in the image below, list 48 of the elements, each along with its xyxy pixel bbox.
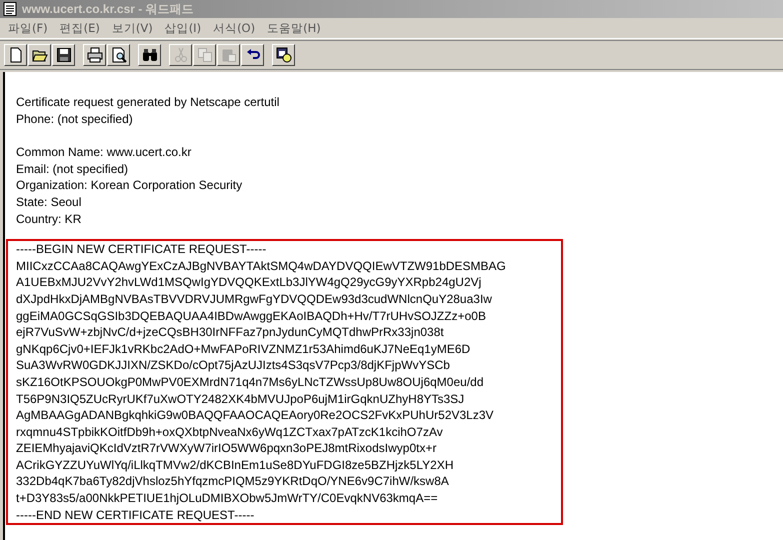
printer-icon: [86, 47, 102, 63]
menu-item[interactable]: 보기(V): [106, 20, 159, 36]
text-line: 332Db4qK7ba6Ty82djVhsloz5hYfqzmcPIQM5z9YKRtDqO/YNE6v9C7ihW/ksw8A: [16, 473, 450, 490]
text-line: ACrikGYZZUYuWlYq/iLlkqTMVw2/dKCBInEm1uSe8DYuFDGI8ze5BZHjzk5LY2XH: [16, 456, 454, 474]
document-icon: [3, 2, 17, 16]
text-line: SuA3WvRW0GDKJJIXN/ZSKDo/cOpt75jAzUJIzts4S3qsV7Pcp3/8djKFjpWvYSCb: [16, 357, 451, 374]
text-line: MIICxzCCAa8CAQAwgYExCzAJBgNVBAYTAktSMQ4wDAYDVQQIEwVTZW91bDESMBAG: [16, 258, 507, 274]
text-line: ZEIEMhyajaviQKcIdVztR7rVWXyW7irIO5WW6pqxn3oPEJ8mtRixodsIwyp0tx+r: [16, 440, 438, 457]
text-line: T56P9N3IQ5ZUcRyrUKf7uXwOTY2482XK4bMVUJpoP6ujM1irGqknUZhyH8YTs3SJ: [16, 390, 466, 408]
text-line: t+D3Y83s5/a00NkkPETIUE1hjOLuDMIBXObw5JmWrTY/C0EvqkNV63kmqA==: [16, 490, 439, 507]
text-line: -----BEGIN NEW CERTIFICATE REQUEST-----: [16, 241, 268, 258]
magnifier-page-icon: [110, 47, 126, 63]
text-line: Common Name: www.ucert.co.kr: [16, 144, 192, 161]
calendar-clock-icon: [276, 47, 292, 63]
menu-item[interactable]: 편집(E): [54, 20, 106, 36]
copy-icon: [196, 47, 212, 63]
text-line: Certificate request generated by Netscape certutil: [16, 94, 280, 111]
text-line: State: Seoul: [16, 194, 82, 211]
text-line: Email: (not specified): [16, 160, 130, 178]
clipboard-icon: [220, 47, 236, 63]
menu-item[interactable]: 삽입(I): [158, 20, 208, 36]
text-line: -----END NEW CERTIFICATE REQUEST-----: [16, 506, 256, 524]
text-line: Country: KR: [16, 210, 82, 228]
menu-item[interactable]: 파일(F): [2, 20, 54, 36]
open-button[interactable]: [28, 44, 51, 66]
binoculars-icon: [142, 47, 158, 63]
datetime-button[interactable]: [272, 44, 295, 66]
window-title: www.ucert.co.kr.csr - 워드패드: [22, 0, 194, 18]
blank-page-icon: [8, 47, 24, 63]
text-line: Phone: (not specified): [16, 110, 134, 128]
text-line: dXJpdHkxDjAMBgNVBAsTBVVDRVJUMRgwFgYDVQQDEw93d3cudWNlcnQuY28ua3Iw: [16, 290, 493, 308]
print-button[interactable]: [83, 44, 106, 66]
menu-item[interactable]: 서식(O): [207, 20, 262, 36]
text-line: Organization: Korean Corporation Security: [16, 177, 244, 194]
text-line: rxqmnu4STpbikKOitfDb9h+oxQXbtpNveaNx6yWq1ZCTxax7pATzcK1kcihO7zAv: [16, 424, 444, 440]
text-line: ejR7VuSvW+zbjNvC/d+jzeCQsBH30IrNFFaz7pnJydunCyMQTdhwPrRx33jn038t: [16, 324, 445, 341]
preview-button[interactable]: [107, 44, 130, 66]
save-button[interactable]: [52, 44, 75, 66]
menu-item[interactable]: 도움말(H): [261, 20, 327, 36]
text-line: ggEiMA0GCSqGSIb3DQEBAQUAA4IBDwAwggEKAoIBAQDh+Hv/T7rUHvSOJZZz+o0B: [16, 308, 487, 324]
text-line: A1UEBxMJU2VvY2hvLWd1MSQwIgYDVQQKExtLb3JlYW4gQ29ycG9yYXRpb24gU2Vj: [16, 274, 482, 291]
text-line: AgMBAAGgADANBgkqhkiG9w0BAQQFAAOCAQEAory0Re2OCS2FvKxPUhUr52V3Lz3V: [16, 407, 495, 424]
find-button[interactable]: [138, 44, 161, 66]
scissors-icon: [172, 47, 188, 63]
text-line: sKZ16OtKPSOUOkgP0MwPV0EXMrdN71q4n7Ms6yLNcTZWssUp8Uw8OUj6qM0eu/dd: [16, 374, 485, 390]
text-line: gNKqp6Cjv0+IEFJk1vRKbc2AdO+MwFAPoRIVZNMZ1r53Ahimd6uKJ7NeEq1yME6D: [16, 340, 472, 358]
new-button[interactable]: [4, 44, 27, 66]
undo-button[interactable]: [241, 44, 264, 66]
